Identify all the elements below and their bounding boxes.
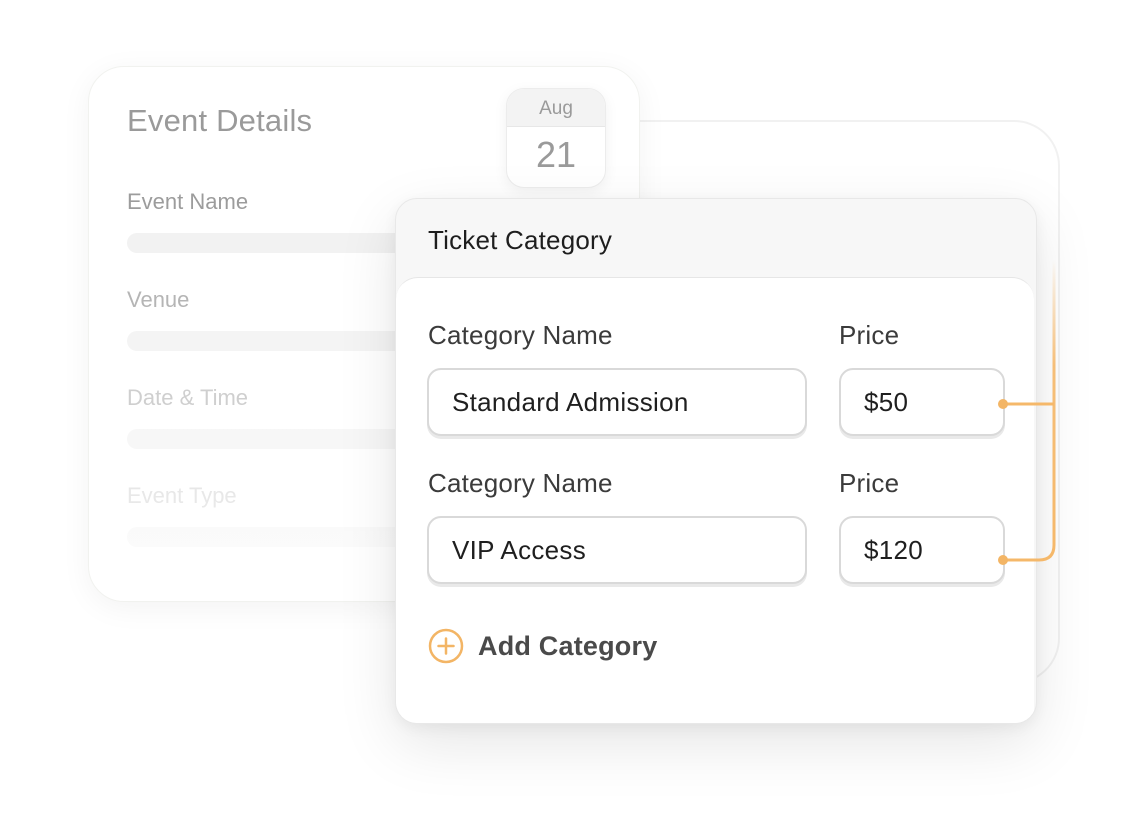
price-label: Price: [839, 320, 900, 350]
category-name-label: Category Name: [428, 320, 613, 350]
date-day: 21: [535, 134, 577, 175]
price-label: Price: [839, 468, 900, 498]
date-time-field[interactable]: [127, 429, 427, 449]
stage: Event Details Event Name Venue Date & Ti…: [0, 0, 1132, 820]
event-name-label: Event Name: [127, 189, 249, 214]
event-type-field[interactable]: [127, 527, 427, 547]
price-input[interactable]: $50: [839, 368, 1005, 436]
add-category-label: Add Category: [478, 630, 658, 661]
date-badge[interactable]: Aug 21: [506, 88, 606, 188]
ticket-category-body: Category Name Price Standard Admission $…: [396, 277, 1034, 723]
venue-field[interactable]: [127, 331, 427, 351]
plus-circle-icon: [428, 628, 464, 664]
ticket-category-card: Ticket Category Category Name Price Stan…: [395, 198, 1037, 724]
date-month: Aug: [507, 89, 605, 127]
category-name-input[interactable]: VIP Access: [427, 516, 807, 584]
category-name-label: Category Name: [428, 468, 613, 498]
ticket-category-title: Ticket Category: [428, 225, 613, 255]
venue-label: Venue: [127, 287, 190, 312]
price-input[interactable]: $120: [839, 516, 1005, 584]
category-name-input[interactable]: Standard Admission: [427, 368, 807, 436]
event-details-title: Event Details: [127, 103, 313, 138]
event-type-label: Event Type: [127, 483, 237, 508]
add-category-button[interactable]: Add Category: [428, 628, 657, 664]
date-time-label: Date & Time: [127, 385, 249, 410]
event-name-field[interactable]: [127, 233, 427, 253]
